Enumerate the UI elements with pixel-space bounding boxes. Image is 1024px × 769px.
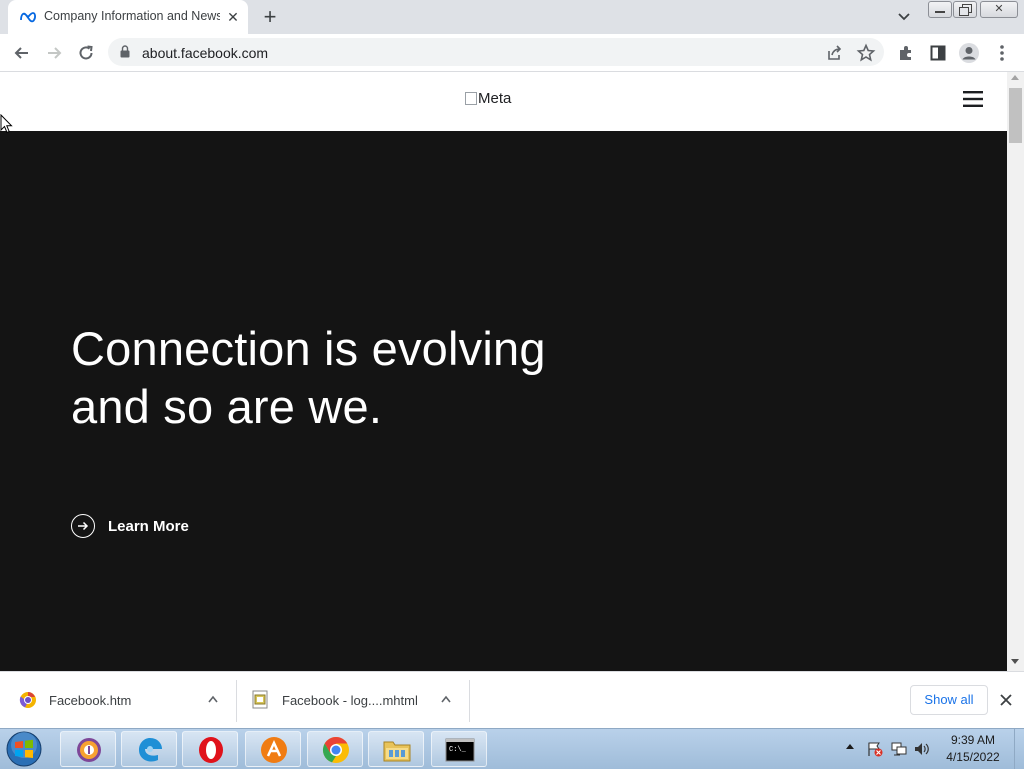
show-desktop-button[interactable] — [1014, 729, 1024, 769]
taskbar-app-cmd[interactable]: C:\_ — [431, 731, 487, 767]
hero-section: Connection is evolving and so are we. Lea… — [0, 131, 1007, 671]
restore-icon[interactable] — [953, 1, 977, 18]
taskbar-app-explorer[interactable] — [368, 731, 424, 767]
site-header: Meta — [0, 72, 1007, 131]
clock-date[interactable]: 4/15/2022 — [940, 750, 1006, 764]
download-item-name[interactable]: Facebook.htm — [49, 693, 131, 708]
arrow-right-icon[interactable] — [43, 42, 65, 64]
meta-logo[interactable]: Meta — [465, 90, 511, 107]
file-explorer-icon — [383, 741, 411, 762]
page-scrollbar[interactable] — [1007, 72, 1024, 671]
hero-title: Connection is evolving and so are we. — [71, 320, 671, 436]
close-icon[interactable]: ✕ — [224, 8, 242, 26]
scroll-up-icon[interactable] — [1011, 75, 1019, 80]
show-hidden-icons[interactable] — [846, 744, 854, 749]
clock-time[interactable]: 9:39 AM — [940, 733, 1006, 747]
share-icon[interactable] — [823, 42, 845, 64]
side-panel-icon[interactable] — [927, 42, 949, 64]
kebab-menu-icon[interactable] — [991, 42, 1013, 64]
profile-icon[interactable] — [958, 42, 980, 64]
arrow-right-circle-icon — [71, 514, 95, 538]
chrome-icon — [322, 736, 349, 763]
learn-more-label: Learn More — [108, 517, 189, 535]
hero-title-line1: Connection is evolving — [71, 322, 546, 375]
taskbar-app-edge[interactable] — [121, 731, 177, 767]
plus-icon[interactable]: + — [259, 6, 281, 28]
opera-icon — [199, 737, 223, 763]
taskbar-app-tor[interactable] — [60, 731, 116, 767]
meta-logo-alt: Meta — [478, 90, 512, 107]
mouse-cursor-icon — [0, 114, 13, 134]
scrollbar-thumb[interactable] — [1009, 88, 1022, 143]
taskbar-app-opera[interactable] — [182, 731, 238, 767]
close-icon[interactable]: ✕ — [980, 1, 1018, 18]
divider — [469, 680, 470, 722]
close-icon[interactable] — [998, 692, 1014, 708]
hero-title-line2: and so are we. — [71, 380, 383, 433]
svg-text:C:\_: C:\_ — [449, 746, 467, 754]
divider — [236, 680, 237, 722]
puzzle-icon[interactable] — [895, 42, 917, 64]
reload-icon[interactable] — [75, 42, 97, 64]
chrome-file-icon — [19, 692, 36, 708]
learn-more-link[interactable]: Learn More — [71, 513, 189, 539]
broken-image-icon — [465, 92, 477, 105]
edge-icon — [139, 738, 162, 762]
minimize-icon[interactable] — [928, 1, 952, 18]
cmd-icon: C:\_ — [445, 738, 475, 762]
windows-start-icon[interactable] — [4, 730, 44, 768]
chevron-up-icon[interactable] — [207, 694, 219, 704]
web-page: Meta Connection is evolving and so are we… — [0, 72, 1007, 671]
download-item-name[interactable]: Facebook - log....mhtml — [282, 693, 418, 708]
lock-icon[interactable] — [120, 45, 130, 58]
url-text[interactable]: about.facebook.com — [142, 45, 268, 61]
star-icon[interactable] — [855, 42, 877, 64]
tor-browser-icon — [77, 738, 101, 762]
chevron-up-icon[interactable] — [440, 694, 452, 704]
arrow-left-icon[interactable] — [11, 42, 33, 64]
taskbar-app-chrome[interactable] — [307, 731, 363, 767]
taskbar-app-avast[interactable] — [245, 731, 301, 767]
mhtml-file-icon — [252, 690, 268, 709]
download-bar: Facebook.htm Facebook - log....mhtml Sho… — [0, 671, 1024, 729]
scroll-down-icon[interactable] — [1011, 659, 1019, 664]
action-center-flag-icon[interactable] — [866, 741, 884, 757]
avast-icon — [261, 737, 287, 763]
browser-tab[interactable]: Company Information and News ✕ — [8, 0, 248, 34]
meta-icon — [20, 12, 36, 23]
network-icon[interactable] — [890, 741, 908, 757]
volume-icon[interactable] — [913, 741, 931, 757]
chevron-down-icon[interactable] — [895, 9, 913, 25]
tab-title: Company Information and News — [44, 9, 220, 23]
taskbar: C:\_ 9:39 AM 4/15/2022 — [0, 728, 1024, 769]
show-all-button[interactable]: Show all — [910, 685, 988, 715]
hamburger-icon[interactable] — [963, 91, 983, 107]
